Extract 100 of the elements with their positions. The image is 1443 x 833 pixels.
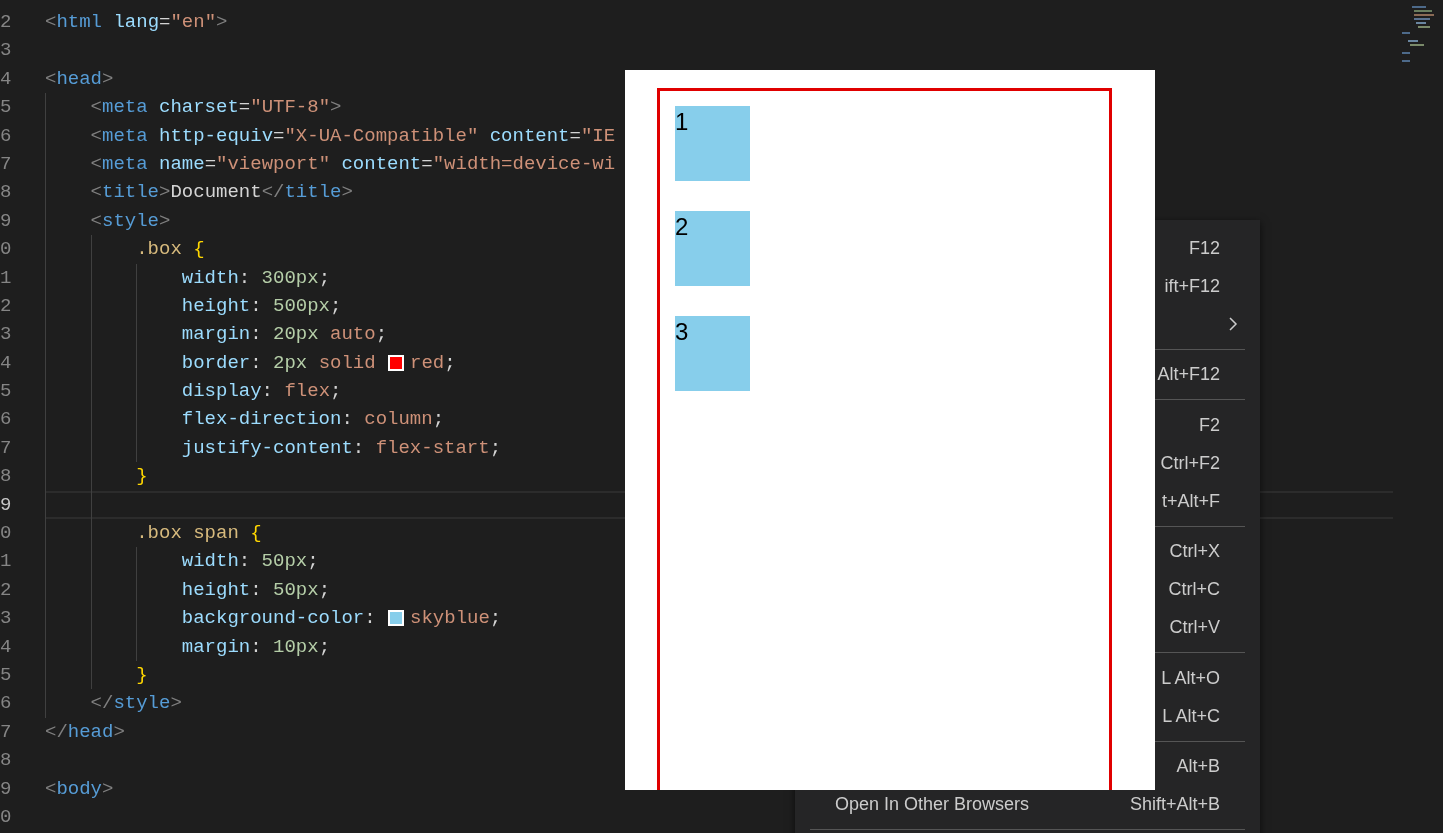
code-value: auto bbox=[330, 322, 376, 348]
code-text: ; bbox=[318, 265, 331, 291]
chevron-right-icon[interactable] bbox=[1228, 316, 1238, 332]
code-attribute: http-equiv bbox=[159, 123, 274, 149]
code-text: : bbox=[364, 606, 377, 632]
numbered-square: 3 bbox=[675, 316, 750, 391]
code-tag: style bbox=[102, 206, 159, 236]
code-tag: title bbox=[284, 178, 342, 207]
shortcut-label: L Alt+C bbox=[1162, 704, 1220, 728]
menu-item[interactable]: Open In Other Browsers bbox=[835, 791, 1030, 818]
line-number: 8 bbox=[0, 180, 12, 206]
code-text: : bbox=[238, 265, 252, 291]
numbered-square: 2 bbox=[675, 211, 750, 286]
line-number: 6 bbox=[0, 691, 12, 717]
line-number: 3 bbox=[0, 606, 12, 632]
code-tag: head bbox=[56, 64, 102, 94]
code-string: "en" bbox=[170, 10, 217, 35]
code-number: 50px bbox=[261, 549, 308, 575]
code-bracket: > bbox=[330, 95, 342, 121]
line-number: 8 bbox=[0, 748, 12, 774]
code-value: red bbox=[410, 350, 445, 376]
code-bracket: </ bbox=[261, 180, 285, 206]
code-bracket: > bbox=[113, 719, 125, 745]
line-number: 5 bbox=[0, 95, 12, 121]
code-property: width bbox=[181, 265, 239, 291]
line-number: 6 bbox=[0, 123, 12, 149]
code-property: height bbox=[181, 293, 251, 319]
code-property: border bbox=[181, 350, 251, 376]
shortcut-label: Ctrl+X bbox=[1169, 540, 1220, 563]
code-tag: style bbox=[113, 689, 171, 718]
code-text: ; bbox=[375, 322, 388, 348]
line-number: 7 bbox=[0, 435, 12, 461]
code-string: "X-UA-Compatible" bbox=[284, 123, 480, 149]
line-number: 1 bbox=[0, 549, 12, 575]
code-text: ; bbox=[489, 435, 502, 461]
code-bracket: > bbox=[102, 776, 114, 802]
line-number: 2 bbox=[0, 293, 12, 319]
code-property: justify-content bbox=[181, 435, 353, 461]
code-bracket: < bbox=[90, 123, 102, 149]
shortcut-label: t+Alt+F bbox=[1161, 489, 1220, 513]
color-swatch[interactable] bbox=[388, 354, 405, 371]
code-text: = bbox=[273, 123, 285, 149]
code-text: = bbox=[204, 151, 217, 177]
code-text: : bbox=[250, 577, 263, 603]
line-number: 4 bbox=[0, 634, 12, 660]
code-value: flex-start bbox=[375, 435, 490, 461]
code-text: ; bbox=[444, 350, 456, 376]
line-number: 5 bbox=[0, 663, 12, 688]
code-value: column bbox=[364, 407, 433, 433]
code-property: height bbox=[181, 577, 251, 603]
line-number: 3 bbox=[0, 38, 12, 64]
code-bracket: < bbox=[90, 208, 102, 234]
code-text: : bbox=[261, 379, 274, 405]
code-string: "viewport" bbox=[216, 151, 332, 177]
line-number: 9 bbox=[0, 208, 12, 234]
line-number: 7 bbox=[0, 719, 12, 745]
code-text: ; bbox=[318, 634, 331, 660]
code-string: "UTF-8" bbox=[250, 95, 331, 121]
code-bracket: > bbox=[216, 10, 228, 35]
code-number: 300px bbox=[261, 265, 319, 291]
color-swatch[interactable] bbox=[388, 610, 405, 627]
code-bracket: </ bbox=[45, 719, 68, 745]
code-text: : bbox=[250, 350, 263, 376]
code-bracket: < bbox=[45, 10, 57, 35]
line-number: 7 bbox=[0, 151, 12, 177]
code-string: "width=device-wi bbox=[432, 151, 616, 177]
line-number: 1 bbox=[0, 265, 12, 291]
shortcut-label: Alt+B bbox=[1176, 755, 1220, 778]
line-number: 8 bbox=[0, 464, 12, 490]
code-tag: meta bbox=[102, 93, 159, 122]
code-text: ; bbox=[330, 379, 342, 405]
shortcut-label: L Alt+O bbox=[1161, 666, 1220, 690]
code-selector: .box span bbox=[136, 521, 240, 547]
line-number: 0 bbox=[0, 804, 12, 830]
code-attribute: lang bbox=[113, 10, 160, 35]
code-property: background-color bbox=[181, 606, 365, 632]
code-brace: { bbox=[250, 521, 262, 547]
code-bracket: < bbox=[45, 66, 57, 92]
code-tag: body bbox=[56, 774, 102, 803]
code-selector: .box bbox=[136, 237, 183, 263]
line-number: 3 bbox=[0, 322, 12, 348]
code-number: 2px bbox=[273, 350, 309, 376]
shortcut-label: Alt+F12 bbox=[1157, 363, 1220, 386]
code-bracket: > bbox=[170, 691, 182, 717]
code-number: 50px bbox=[273, 577, 319, 603]
code-bracket: > bbox=[341, 180, 353, 206]
code-brace: { bbox=[193, 237, 205, 263]
code-tag: meta bbox=[102, 149, 159, 179]
code-value: skyblue bbox=[410, 606, 490, 632]
code-property: margin bbox=[181, 322, 251, 348]
code-bracket: > bbox=[102, 66, 114, 92]
code-text: Document bbox=[170, 180, 262, 206]
code-text: = bbox=[569, 123, 581, 149]
code-bracket: < bbox=[90, 180, 102, 206]
code-attribute: content bbox=[341, 151, 422, 177]
code-text: ; bbox=[489, 606, 502, 632]
code-text: : bbox=[352, 435, 366, 461]
code-text: ; bbox=[330, 293, 342, 319]
code-brace: } bbox=[136, 663, 148, 688]
code-number: 10px bbox=[273, 634, 319, 660]
